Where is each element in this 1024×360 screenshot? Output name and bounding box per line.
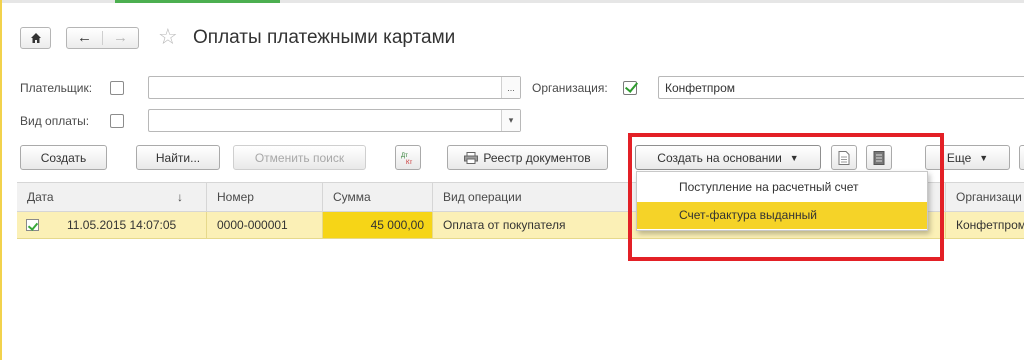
dt-kt-icon: Дт Кт (401, 153, 412, 166)
cell-date: 11.05.2015 14:07:05 (17, 212, 207, 238)
payment-type-label: Вид оплаты: (20, 114, 90, 128)
cell-number: 0000-000001 (207, 212, 323, 238)
active-tab-indicator (115, 0, 280, 3)
column-header-date[interactable]: Дата ↓ (17, 183, 207, 211)
payer-checkbox[interactable] (110, 81, 124, 95)
dt-kt-button[interactable]: Дт Кт (395, 145, 421, 170)
document-registry-label: Реестр документов (483, 150, 591, 165)
favorite-star-icon[interactable]: ☆ (158, 24, 178, 50)
posted-document-icon (26, 219, 39, 231)
create-button-label: Создать (40, 150, 87, 165)
column-header-sum[interactable]: Сумма (323, 183, 433, 211)
window-left-border (0, 0, 2, 360)
payment-type-checkbox[interactable] (110, 114, 124, 128)
annotation-highlight-frame (628, 133, 944, 261)
organization-field[interactable]: Конфетпром (658, 76, 1024, 99)
printer-icon (464, 151, 479, 164)
payer-label: Плательщик: (20, 81, 93, 95)
extra-toolbar-button[interactable] (1019, 145, 1024, 170)
svg-text:Дт: Дт (401, 153, 408, 159)
page-title: Оплаты платежными картами (193, 27, 456, 48)
find-button[interactable]: Найти... (136, 145, 220, 170)
cancel-search-button[interactable]: Отменить поиск (233, 145, 366, 170)
document-registry-button[interactable]: Реестр документов (447, 145, 608, 170)
find-button-label: Найти... (155, 150, 201, 165)
payment-type-dropdown-button[interactable]: ▾ (501, 110, 520, 131)
history-navigation: ← → (66, 27, 139, 49)
home-button[interactable] (20, 27, 51, 49)
forward-arrow-icon[interactable]: → (103, 29, 138, 47)
more-chevron-down-icon: ▼ (979, 152, 989, 163)
window-top-border (0, 0, 1024, 3)
back-arrow-icon[interactable]: ← (67, 29, 102, 47)
home-icon (30, 33, 41, 43)
svg-text:Кт: Кт (406, 160, 412, 166)
sort-arrow-icon: ↓ (177, 190, 183, 204)
more-button-label: Еще (946, 150, 972, 165)
organization-label: Организация: (532, 81, 608, 95)
column-header-date-label: Дата (27, 190, 54, 204)
column-header-number[interactable]: Номер (207, 183, 323, 211)
payer-field[interactable]: ... (148, 76, 521, 99)
column-header-organization[interactable]: Организаци (946, 183, 1024, 211)
organization-checkbox[interactable] (623, 81, 637, 95)
cell-sum: 45 000,00 (323, 212, 433, 238)
organization-value: Конфетпром (665, 81, 736, 95)
payment-type-field[interactable]: ▾ (148, 109, 521, 132)
cell-organization: Конфетпром (956, 218, 1024, 232)
cell-date-value: 11.05.2015 14:07:05 (67, 218, 177, 232)
payer-select-button[interactable]: ... (501, 77, 520, 98)
cancel-search-label: Отменить поиск (254, 150, 345, 165)
create-button[interactable]: Создать (20, 145, 107, 170)
